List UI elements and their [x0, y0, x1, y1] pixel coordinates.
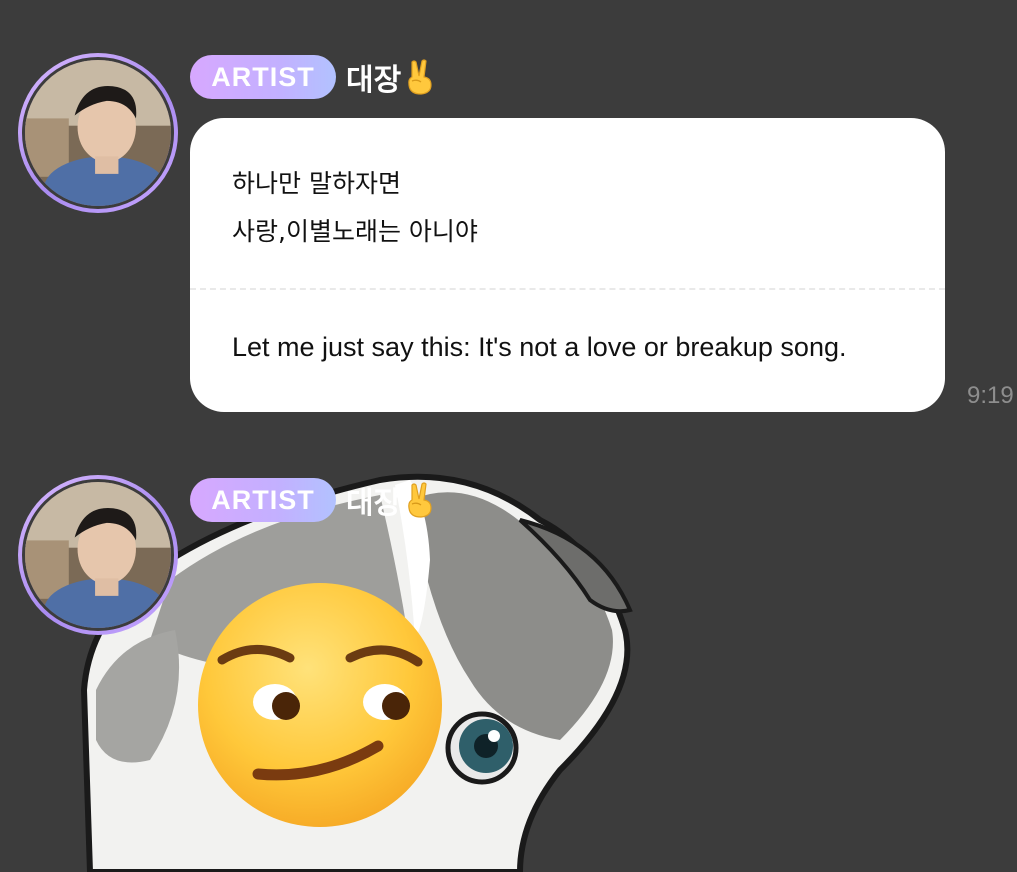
victory-hand-icon — [403, 58, 437, 96]
sender-name: 대장 — [346, 486, 402, 521]
message-translation: Let me just say this: It's not a love or… — [232, 332, 847, 362]
artist-avatar[interactable] — [18, 475, 178, 635]
message-timestamp: 9:19 — [967, 382, 1014, 409]
sender-header: ARTIST 대장 — [190, 478, 437, 522]
message-korean-line: 하나만 말하자면 — [232, 169, 401, 198]
sender-name: 대장 — [346, 63, 402, 98]
victory-hand-icon — [403, 481, 437, 519]
artist-badge: ARTIST — [190, 55, 336, 99]
message-korean-line: 사랑,이별노래는 아니야 — [232, 217, 478, 246]
artist-badge: ARTIST — [190, 478, 336, 522]
message-bubble[interactable]: 하나만 말하자면 사랑,이별노래는 아니야 Let me just say th… — [190, 118, 945, 412]
message-text-korean: 하나만 말하자면 사랑,이별노래는 아니야 — [232, 160, 478, 256]
artist-avatar[interactable] — [18, 53, 178, 213]
sender-header: ARTIST 대장 — [190, 55, 437, 99]
profile-photo — [25, 60, 171, 206]
translation-divider — [190, 288, 945, 290]
profile-photo — [25, 482, 171, 628]
